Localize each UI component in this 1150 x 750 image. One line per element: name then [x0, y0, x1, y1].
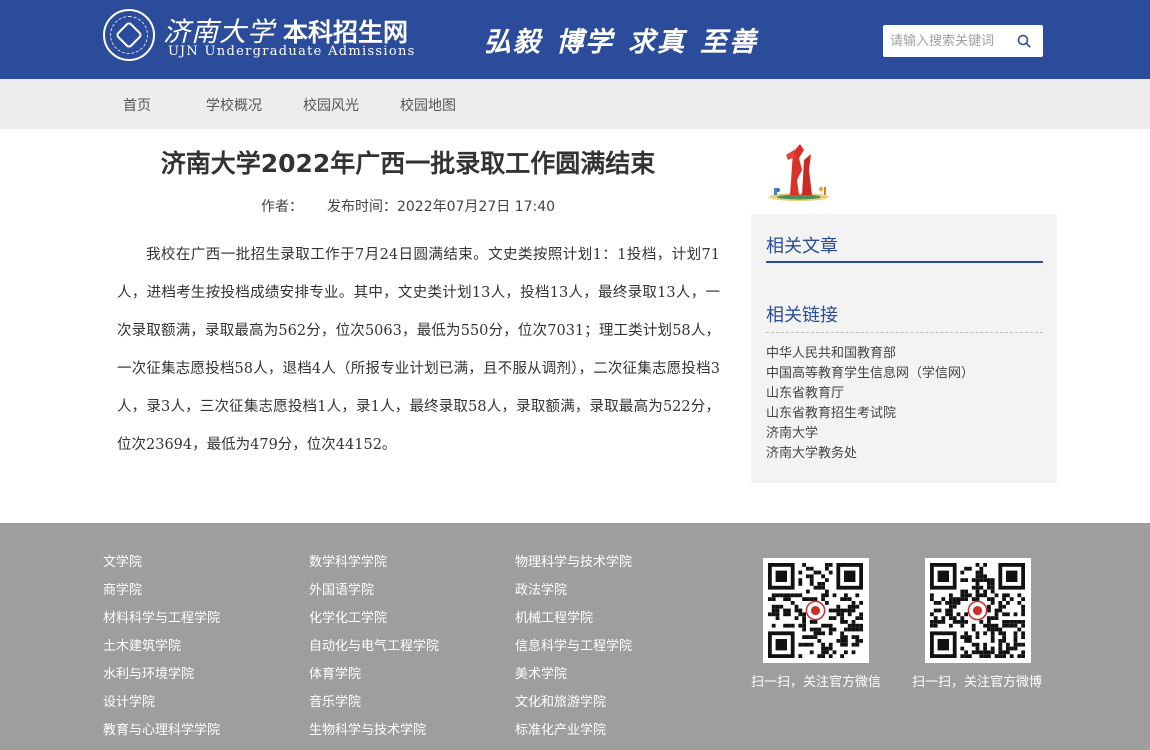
footer-college-column: 数学科学学院 外国语学院 化学化工学院 自动化与电气工程学院 体育学院 音乐学院…: [309, 549, 439, 745]
site-header: 济南大学 本科招生网 UJN Undergraduate Admissions …: [0, 0, 1150, 79]
article-body: 我校在广西一批招生录取工作于7月24日圆满结束。文史类按照计划1：1投档，计划7…: [117, 247, 720, 453]
footer-college-link[interactable]: 水利与环境学院: [103, 661, 220, 689]
footer-college-link[interactable]: 文化和旅游学院: [515, 689, 632, 717]
footer-college-column: 物理科学与技术学院 政法学院 机械工程学院 信息科学与工程学院 美术学院 文化和…: [515, 549, 632, 745]
motto-word: 至善: [700, 27, 758, 58]
footer-college-link[interactable]: 数学科学学院: [309, 549, 439, 577]
related-link-chsi[interactable]: 中国高等教育学生信息网（学信网）: [766, 364, 974, 384]
main-nav: 首页 学校概况 校园风光 校园地图: [0, 79, 1150, 129]
article-publish-time: 发布时间：2022年07月27日 17:40: [326, 199, 556, 215]
footer-college-link[interactable]: 美术学院: [515, 661, 632, 689]
nav-item-map[interactable]: 校园地图: [400, 95, 456, 115]
article-meta: 作者： 发布时间：2022年07月27日 17:40: [100, 196, 716, 216]
article-title: 济南大学2022年广西一批录取工作圆满结束: [160, 149, 656, 178]
nav-item-home[interactable]: 首页: [123, 95, 151, 115]
sculpture-illustration: [766, 140, 832, 204]
footer-college-link[interactable]: 自动化与电气工程学院: [309, 633, 439, 661]
footer-college-link[interactable]: 生物科学与技术学院: [309, 717, 439, 745]
footer-college-link[interactable]: 教育与心理科学学院: [103, 717, 220, 745]
nav-item-overview[interactable]: 学校概况: [206, 95, 262, 115]
footer-college-link[interactable]: 物理科学与技术学院: [515, 549, 632, 577]
wechat-qr-caption: 扫一扫，关注官方微信: [750, 675, 881, 690]
related-link-ujn[interactable]: 济南大学: [766, 424, 974, 444]
footer-college-link[interactable]: 政法学院: [515, 577, 632, 605]
footer-college-link[interactable]: 材料科学与工程学院: [103, 605, 220, 633]
sidebar-panel: 相关文章 相关链接 中华人民共和国教育部 中国高等教育学生信息网（学信网） 山东…: [751, 214, 1057, 483]
university-emblem-icon[interactable]: [103, 9, 155, 61]
article-author-label: 作者：: [260, 199, 303, 215]
footer-college-link[interactable]: 文学院: [103, 549, 220, 577]
search-icon[interactable]: [1011, 26, 1037, 56]
motto-word: 求真: [628, 27, 686, 58]
nav-item-scenery[interactable]: 校园风光: [303, 95, 359, 115]
university-motto: 弘毅 博学 求真 至善: [484, 20, 758, 59]
footer-college-link[interactable]: 机械工程学院: [515, 605, 632, 633]
site-footer: 文学院 商学院 材料科学与工程学院 土木建筑学院 水利与环境学院 设计学院 教育…: [0, 523, 1150, 750]
footer-college-link[interactable]: 体育学院: [309, 661, 439, 689]
divider: [766, 332, 1043, 333]
related-link-moe[interactable]: 中华人民共和国教育部: [766, 344, 974, 364]
weibo-qr-caption: 扫一扫，关注官方微博: [911, 675, 1042, 690]
related-links-heading: 相关链接: [766, 305, 838, 326]
footer-college-link[interactable]: 信息科学与工程学院: [515, 633, 632, 661]
site-logo[interactable]: 济南大学 本科招生网: [163, 10, 408, 48]
related-link-ujn-academic[interactable]: 济南大学教务处: [766, 444, 974, 464]
search-input[interactable]: [883, 26, 1011, 56]
footer-college-link[interactable]: 商学院: [103, 577, 220, 605]
related-link-sd-exam[interactable]: 山东省教育招生考试院: [766, 404, 974, 424]
related-link-sd-education[interactable]: 山东省教育厅: [766, 384, 974, 404]
divider: [766, 261, 1043, 263]
related-articles-heading: 相关文章: [766, 236, 838, 257]
footer-college-link[interactable]: 土木建筑学院: [103, 633, 220, 661]
footer-college-link[interactable]: 标准化产业学院: [515, 717, 632, 745]
footer-college-link[interactable]: 设计学院: [103, 689, 220, 717]
motto-word: 博学: [556, 27, 614, 58]
related-links-list: 中华人民共和国教育部 中国高等教育学生信息网（学信网） 山东省教育厅 山东省教育…: [766, 344, 974, 464]
footer-college-column: 文学院 商学院 材料科学与工程学院 土木建筑学院 水利与环境学院 设计学院 教育…: [103, 549, 220, 745]
search-box: [883, 25, 1043, 57]
wechat-qr-code: [763, 558, 869, 663]
footer-college-link[interactable]: 外国语学院: [309, 577, 439, 605]
weibo-qr-code: [925, 558, 1031, 663]
logo-english-name: UJN Undergraduate Admissions: [168, 44, 416, 59]
footer-college-link[interactable]: 音乐学院: [309, 689, 439, 717]
footer-college-link[interactable]: 化学化工学院: [309, 605, 439, 633]
motto-word: 弘毅: [484, 27, 542, 58]
